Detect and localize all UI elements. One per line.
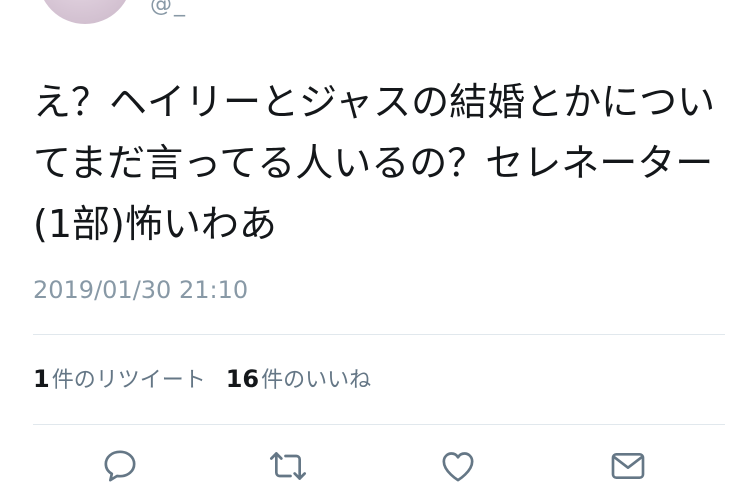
avatar[interactable] (38, 0, 132, 24)
retweet-count: 1 (33, 365, 50, 393)
share-button[interactable] (606, 444, 650, 488)
tweet-stats: 1 件のリツイート 16 件のいいね (33, 362, 371, 394)
like-count-link[interactable]: 16 件のいいね (226, 362, 371, 394)
tweet-text: え？ヘイリーとジャスの結婚とかについてまだ言ってる人いるの？セレネーター(1部)… (33, 80, 716, 246)
retweet-button[interactable] (266, 444, 310, 488)
like-count: 16 (225, 365, 260, 393)
divider (33, 334, 725, 335)
speech-bubble-icon (104, 450, 136, 482)
divider (33, 424, 725, 425)
retweet-arrows-icon (270, 452, 306, 480)
retweet-count-label: 件のリツイート (51, 368, 206, 393)
tweet-timestamp: 2019/01/30 21:10 (33, 276, 249, 304)
like-button[interactable] (436, 444, 480, 488)
heart-icon (442, 452, 474, 482)
like-count-label: 件のいいね (261, 368, 372, 393)
user-handle[interactable]: @_ (150, 0, 187, 17)
reply-button[interactable] (98, 444, 142, 488)
tweet-actions (0, 444, 741, 488)
envelope-icon (611, 453, 645, 479)
retweet-count-link[interactable]: 1 件のリツイート (33, 362, 206, 394)
